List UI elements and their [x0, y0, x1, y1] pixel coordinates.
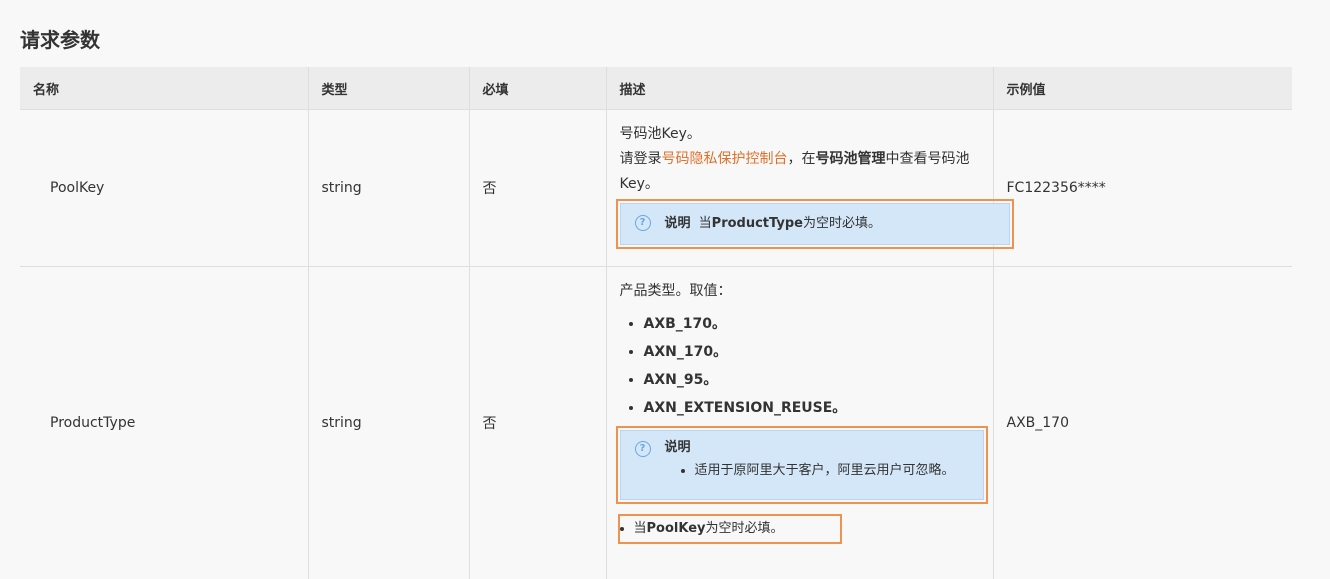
description-text: 请登录号码隐私保护控制台，在号码池管理中查看号码池Key。: [620, 147, 981, 197]
description-line: 产品类型。取值：: [620, 279, 981, 304]
request-params-table: 名称 类型 必填 描述 示例值 PoolKey string 否 号码池Key。…: [20, 67, 1292, 579]
note-list-item: 适用于原阿里大于客户，阿里云用户可忽略。: [695, 461, 983, 481]
param-type: string: [308, 267, 469, 579]
required-note: 当PoolKey为空时必填。: [620, 516, 840, 542]
column-header-example: 示例值: [993, 67, 1292, 110]
value-list: AXB_170。 AXN_170。 AXN_95。 AXN_EXTENSION_…: [620, 310, 981, 422]
param-description: 号码池Key。 请登录号码隐私保护控制台，在号码池管理中查看号码池Key。 ? …: [606, 110, 993, 267]
description-prefix: 请登录: [620, 151, 662, 167]
column-header-type: 类型: [308, 67, 469, 110]
note-title: 说明: [665, 216, 691, 231]
note-box: ? 说明 适用于原阿里大于客户，阿里云用户可忽略。: [620, 430, 984, 500]
param-required: 否: [469, 267, 606, 579]
list-item: AXB_170。: [644, 310, 981, 338]
list-item: AXN_EXTENSION_REUSE。: [644, 394, 981, 422]
note-suffix: 为空时必填。: [803, 216, 881, 231]
required-suffix: 为空时必填。: [706, 521, 784, 536]
question-circle-icon: ?: [635, 215, 651, 231]
list-item: 当PoolKey为空时必填。: [634, 516, 840, 542]
required-bold: PoolKey: [647, 521, 706, 536]
table-header-row: 名称 类型 必填 描述 示例值: [20, 67, 1292, 110]
param-example: AXB_170: [993, 267, 1292, 579]
required-prefix: 当: [634, 521, 647, 536]
question-circle-icon: ?: [635, 441, 651, 457]
note-bold: ProductType: [712, 216, 803, 231]
required-note-list: 当PoolKey为空时必填。: [624, 516, 840, 542]
param-name: ProductType: [20, 267, 308, 579]
note-box: ? 说明 当ProductType为空时必填。: [620, 203, 1010, 245]
table-row: PoolKey string 否 号码池Key。 请登录号码隐私保护控制台，在号…: [20, 110, 1292, 267]
note-list: 适用于原阿里大于客户，阿里云用户可忽略。: [665, 461, 983, 481]
description-middle: ，在: [788, 151, 816, 167]
list-item: AXN_95。: [644, 366, 981, 394]
page-title: 请求参数: [20, 24, 100, 53]
column-header-description: 描述: [606, 67, 993, 110]
param-required: 否: [469, 110, 606, 267]
column-header-name: 名称: [20, 67, 308, 110]
param-description: 产品类型。取值： AXB_170。 AXN_170。 AXN_95。 AXN_E…: [606, 267, 993, 579]
param-name: PoolKey: [20, 110, 308, 267]
note-title: 说明: [665, 435, 979, 461]
description-line: 号码池Key。: [620, 122, 981, 147]
note-prefix: 当: [699, 216, 712, 231]
param-type: string: [308, 110, 469, 267]
console-link[interactable]: 号码隐私保护控制台: [662, 151, 788, 167]
table-row: ProductType string 否 产品类型。取值： AXB_170。 A…: [20, 267, 1292, 579]
param-example: FC122356****: [993, 110, 1292, 267]
list-item: AXN_170。: [644, 338, 981, 366]
column-header-required: 必填: [469, 67, 606, 110]
description-bold: 号码池管理: [816, 151, 886, 167]
